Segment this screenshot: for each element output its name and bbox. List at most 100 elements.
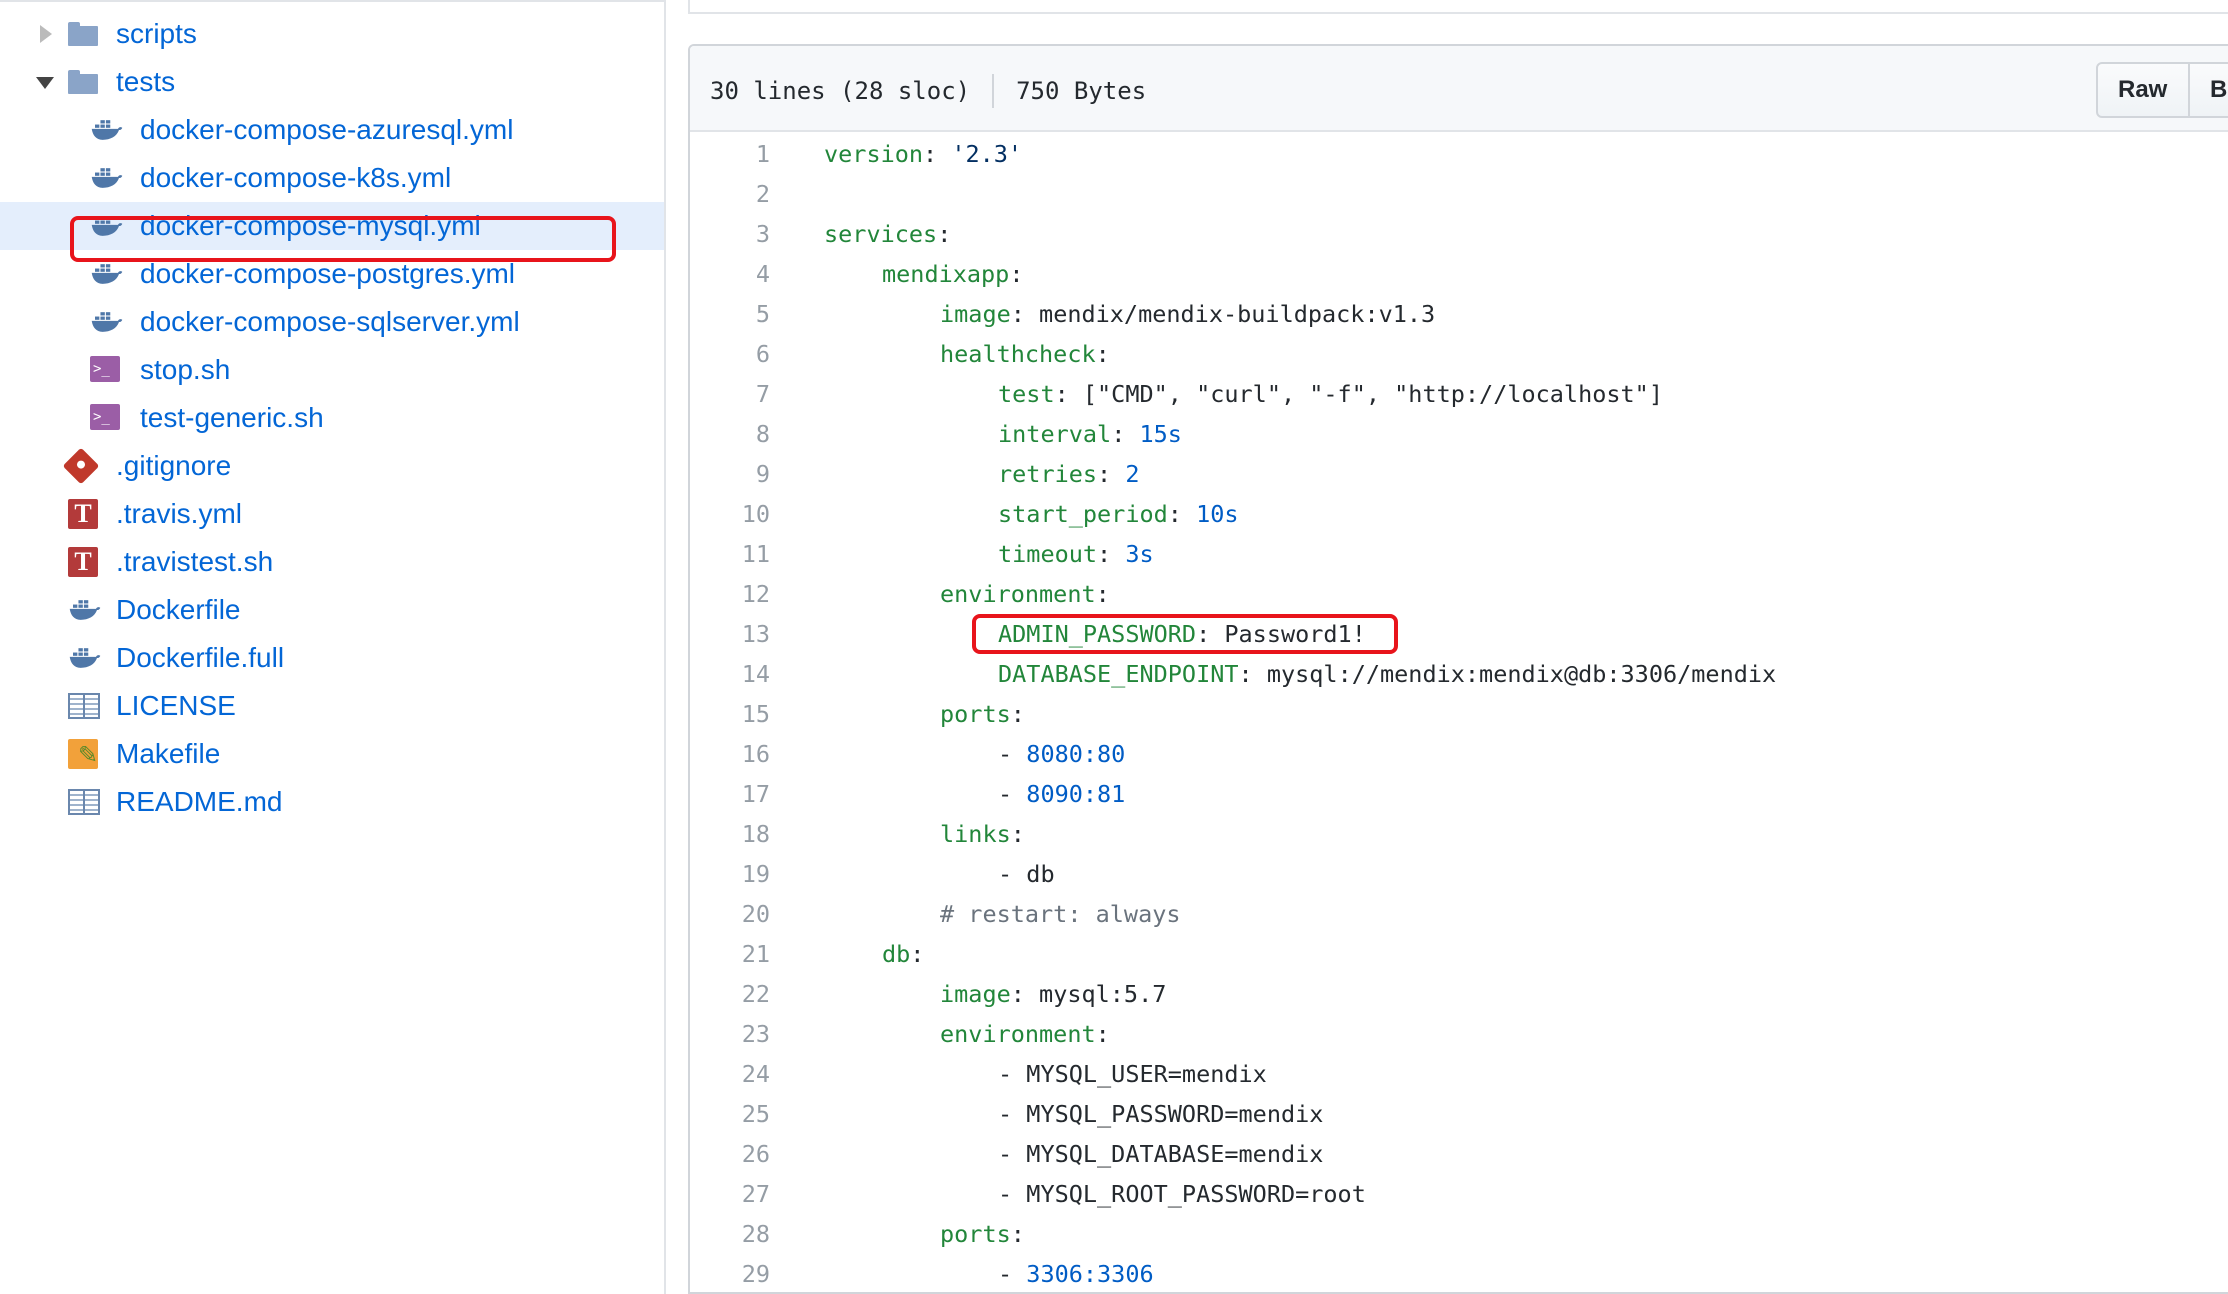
line-number[interactable]: 12 xyxy=(690,574,770,614)
tree-item[interactable]: docker-compose-sqlserver.yml xyxy=(0,298,664,346)
code-token: ports xyxy=(940,700,1011,728)
tree-item[interactable]: LICENSE xyxy=(0,682,664,730)
code-token: healthcheck xyxy=(940,340,1096,368)
line-number[interactable]: 10 xyxy=(690,494,770,534)
code-line: 23 environment: xyxy=(690,1014,2228,1054)
code-text: timeout: 3s xyxy=(998,534,1154,574)
line-number[interactable]: 2 xyxy=(690,174,770,214)
code-token: 8080:80 xyxy=(1026,740,1126,768)
tree-item-label[interactable]: tests xyxy=(116,67,175,97)
tree-item-label[interactable]: .gitignore xyxy=(116,451,231,481)
tree-item-label[interactable]: docker-compose-sqlserver.yml xyxy=(140,307,520,337)
tree-item[interactable]: >_ test-generic.sh xyxy=(0,394,664,442)
line-number[interactable]: 23 xyxy=(690,1014,770,1054)
line-number[interactable]: 22 xyxy=(690,974,770,1014)
line-number[interactable]: 29 xyxy=(690,1254,770,1292)
tree-item-label[interactable]: docker-compose-k8s.yml xyxy=(140,163,451,193)
code-token: : mysql:5.7 xyxy=(1010,980,1167,1008)
code-text: mendixapp: xyxy=(882,254,1024,294)
tree-item[interactable]: T .travistest.sh xyxy=(0,538,664,586)
caret-right-icon[interactable] xyxy=(40,25,52,43)
line-number[interactable]: 13 xyxy=(690,614,770,654)
travis-icon: T xyxy=(68,547,98,577)
tree-item[interactable]: T .travis.yml xyxy=(0,490,664,538)
line-number[interactable]: 26 xyxy=(690,1134,770,1174)
line-number[interactable]: 5 xyxy=(690,294,770,334)
line-number[interactable]: 20 xyxy=(690,894,770,934)
tree-item[interactable]: tests xyxy=(0,58,664,106)
tree-item-label[interactable]: Dockerfile.full xyxy=(116,643,284,673)
code-token: start_period xyxy=(998,500,1168,528)
code-line: 2 xyxy=(690,174,2228,214)
tree-item[interactable]: Makefile xyxy=(0,730,664,778)
line-number[interactable]: 24 xyxy=(690,1054,770,1094)
code-token: : xyxy=(1009,260,1024,288)
code-line: 7 test: ["CMD", "curl", "-f", "http://loc… xyxy=(690,374,2228,414)
line-number[interactable]: 3 xyxy=(690,214,770,254)
code-line: 3 services: xyxy=(690,214,2228,254)
file-size: 750 Bytes xyxy=(1016,77,1147,105)
tree-item[interactable]: >_ stop.sh xyxy=(0,346,664,394)
tree-item-label[interactable]: docker-compose-azuresql.yml xyxy=(140,115,513,145)
tree-item-label[interactable]: Dockerfile xyxy=(116,595,240,625)
line-number[interactable]: 9 xyxy=(690,454,770,494)
line-number[interactable]: 19 xyxy=(690,854,770,894)
blame-button[interactable]: Bl xyxy=(2188,62,2228,118)
raw-button[interactable]: Raw xyxy=(2096,62,2190,118)
tree-item[interactable]: docker-compose-k8s.yml xyxy=(0,154,664,202)
code-line: 20 # restart: always xyxy=(690,894,2228,934)
caret-down-icon[interactable] xyxy=(36,77,54,89)
tree-item-label[interactable]: stop.sh xyxy=(140,355,230,385)
line-number[interactable]: 25 xyxy=(690,1094,770,1134)
tree-item[interactable]: docker-compose-azuresql.yml xyxy=(0,106,664,154)
code-text: start_period: 10s xyxy=(998,494,1239,534)
code-token: 10s xyxy=(1196,500,1239,528)
code-token: # restart: always xyxy=(940,900,1181,928)
code-text: - 8090:81 xyxy=(998,774,1125,814)
code-text: - MYSQL_DATABASE=mendix xyxy=(998,1134,1323,1174)
tree-item-label[interactable]: scripts xyxy=(116,19,197,49)
code-token: db xyxy=(882,940,911,968)
tree-item-label[interactable]: README.md xyxy=(116,787,282,817)
code-token: : xyxy=(1010,820,1025,848)
line-number[interactable]: 17 xyxy=(690,774,770,814)
line-number[interactable]: 11 xyxy=(690,534,770,574)
tree-item-label[interactable]: .travistest.sh xyxy=(116,547,273,577)
line-number[interactable]: 8 xyxy=(690,414,770,454)
tree-item-label[interactable]: test-generic.sh xyxy=(140,403,324,433)
tree-item-label[interactable]: LICENSE xyxy=(116,691,236,721)
line-number[interactable]: 27 xyxy=(690,1174,770,1214)
code-line: 12 environment: xyxy=(690,574,2228,614)
code-line: 21 db: xyxy=(690,934,2228,974)
line-number[interactable]: 15 xyxy=(690,694,770,734)
line-number[interactable]: 28 xyxy=(690,1214,770,1254)
code-token: '2.3' xyxy=(951,140,1023,168)
book-icon xyxy=(68,789,100,815)
line-number[interactable]: 21 xyxy=(690,934,770,974)
code-token: : xyxy=(1095,580,1110,608)
line-number[interactable]: 6 xyxy=(690,334,770,374)
line-number[interactable]: 16 xyxy=(690,734,770,774)
tree-item[interactable]: Dockerfile xyxy=(0,586,664,634)
tree-item[interactable]: Dockerfile.full xyxy=(0,634,664,682)
line-number[interactable]: 14 xyxy=(690,654,770,694)
tree-item[interactable]: .gitignore xyxy=(0,442,664,490)
tree-item-label[interactable]: docker-compose-postgres.yml xyxy=(140,259,515,289)
line-number[interactable]: 1 xyxy=(690,134,770,174)
code-text: interval: 15s xyxy=(998,414,1182,454)
tree-item-label[interactable]: Makefile xyxy=(116,739,220,769)
code-text: environment: xyxy=(940,574,1110,614)
code-token: : xyxy=(1097,540,1126,568)
tree-item-label[interactable]: .travis.yml xyxy=(116,499,242,529)
line-number[interactable]: 4 xyxy=(690,254,770,294)
code-line: 22 image: mysql:5.7 xyxy=(690,974,2228,1014)
code-token: : xyxy=(1095,1020,1110,1048)
tree-item[interactable]: README.md xyxy=(0,778,664,826)
code-token: image xyxy=(940,300,1011,328)
code-token: : xyxy=(1167,500,1197,528)
line-number[interactable]: 18 xyxy=(690,814,770,854)
code-token: timeout xyxy=(998,540,1098,568)
tree-item[interactable]: scripts xyxy=(0,10,664,58)
code-token: services xyxy=(824,220,938,248)
line-number[interactable]: 7 xyxy=(690,374,770,414)
